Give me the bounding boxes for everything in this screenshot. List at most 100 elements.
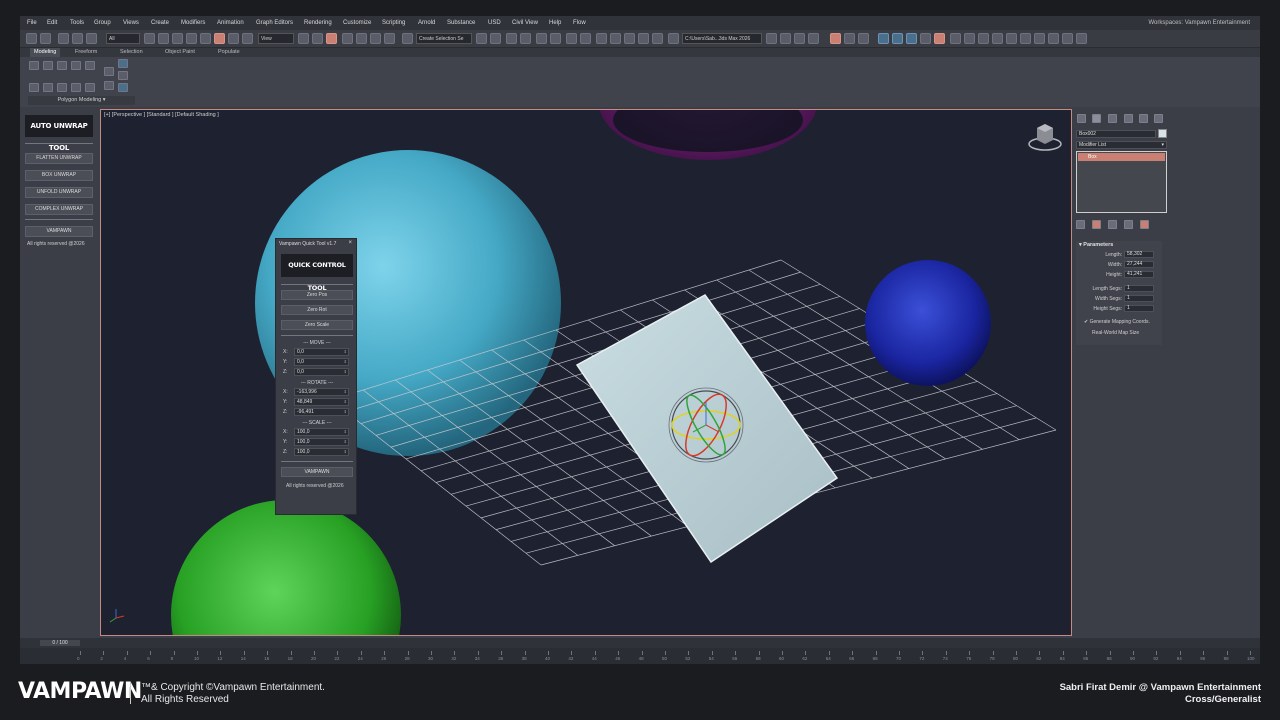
- reference-coordinate-select[interactable]: View: [258, 33, 294, 44]
- toolbar-script-17-icon[interactable]: [1006, 33, 1017, 44]
- align-icon[interactable]: [490, 33, 501, 44]
- hierarchy-tab-icon[interactable]: [1108, 114, 1117, 123]
- ribbon-tool-11-icon[interactable]: [57, 83, 67, 92]
- ribbon-tool-4-icon[interactable]: [71, 61, 81, 70]
- timeline-track[interactable]: 0 2 4 6 8 10 12 14 16 18 20 22 24 26 28 30 32 34 36 38 40 42 4…: [20, 648, 1260, 664]
- modify-tab-icon[interactable]: [1092, 114, 1101, 123]
- project-path-select[interactable]: C:\Users\Sab...3ds Max 2026: [682, 33, 762, 44]
- scene-canvas[interactable]: [101, 110, 1072, 636]
- undo-icon[interactable]: [26, 33, 37, 44]
- width-segs-spinner[interactable]: 1: [1124, 295, 1154, 302]
- toolbar-script-16-icon[interactable]: [992, 33, 1003, 44]
- green-sphere[interactable]: [171, 500, 401, 636]
- menu-tools[interactable]: Tools: [70, 16, 84, 30]
- ribbon-tool-7-icon[interactable]: [118, 59, 128, 68]
- length-segs-spinner[interactable]: 1: [1124, 285, 1154, 292]
- ribbon-tool-3-icon[interactable]: [57, 61, 67, 70]
- menu-modifiers[interactable]: Modifiers: [181, 16, 205, 30]
- spinner-arrows-icon[interactable]: ⇕: [344, 359, 347, 365]
- spinner-arrows-icon[interactable]: ⇕: [344, 449, 347, 455]
- move-y-spinner[interactable]: 0,0 ⇕: [294, 358, 349, 366]
- bind-spacewarp-icon[interactable]: [86, 33, 97, 44]
- object-name-input[interactable]: Box002: [1076, 130, 1156, 138]
- curve-editor-icon[interactable]: [550, 33, 561, 44]
- material-editor-icon[interactable]: [580, 33, 591, 44]
- menu-flow[interactable]: Flow: [573, 16, 586, 30]
- zero-pos-button[interactable]: Zero Pos: [281, 290, 353, 300]
- menu-group[interactable]: Group: [94, 16, 111, 30]
- select-by-name-icon[interactable]: [158, 33, 169, 44]
- toolbar-script-4-icon[interactable]: [808, 33, 819, 44]
- pivot-center-icon[interactable]: [298, 33, 309, 44]
- menu-graph-editors[interactable]: Graph Editors: [256, 16, 293, 30]
- ribbon-tool-14-icon[interactable]: [104, 81, 114, 90]
- parameters-title[interactable]: ▾ Parameters: [1079, 242, 1113, 248]
- toolbar-script-22-icon[interactable]: [1076, 33, 1087, 44]
- motion-tab-icon[interactable]: [1124, 114, 1133, 123]
- rotate-z-spinner[interactable]: -96,491 ⇕: [294, 408, 349, 416]
- edit-named-selection-icon[interactable]: [402, 33, 413, 44]
- rendered-frame-window-icon[interactable]: [610, 33, 621, 44]
- display-tab-icon[interactable]: [1139, 114, 1148, 123]
- toolbar-script-11-icon[interactable]: [920, 33, 931, 44]
- spinner-arrows-icon[interactable]: ⇕: [344, 369, 347, 375]
- length-spinner[interactable]: 58,302: [1124, 251, 1154, 258]
- viewcube[interactable]: [1028, 124, 1062, 151]
- tab-freeform[interactable]: Freeform: [75, 48, 97, 57]
- ribbon-tool-1-icon[interactable]: [29, 61, 39, 70]
- utilities-tab-icon[interactable]: [1154, 114, 1163, 123]
- tab-modeling[interactable]: Modeling: [30, 48, 61, 57]
- toolbar-script-19-icon[interactable]: [1034, 33, 1045, 44]
- toolbar-script-1-icon[interactable]: [766, 33, 777, 44]
- menu-help[interactable]: Help: [549, 16, 561, 30]
- real-world-map-size-checkbox[interactable]: Real-World Map Size: [1092, 330, 1139, 336]
- toolbar-script-15-icon[interactable]: [978, 33, 989, 44]
- render-setup-icon[interactable]: [596, 33, 607, 44]
- percent-snap-icon[interactable]: [370, 33, 381, 44]
- menu-usd[interactable]: USD: [488, 16, 501, 30]
- menu-civil-view[interactable]: Civil View: [512, 16, 538, 30]
- mirror-icon[interactable]: [476, 33, 487, 44]
- quick-tool-window[interactable]: Vampawn Quick Tool v1.7 × QUICK CONTROL …: [275, 238, 357, 515]
- scale-x-spinner[interactable]: 100,0 ⇕: [294, 428, 349, 436]
- zero-rot-button[interactable]: Zero Rot: [281, 305, 353, 315]
- height-spinner[interactable]: 41,241: [1124, 271, 1154, 278]
- scale-z-spinner[interactable]: 100,0 ⇕: [294, 448, 349, 456]
- menu-views[interactable]: Views: [123, 16, 139, 30]
- selection-filter-select[interactable]: All: [106, 33, 140, 44]
- show-end-result-icon[interactable]: [1092, 220, 1101, 229]
- spinner-snap-icon[interactable]: [384, 33, 395, 44]
- zero-scale-button[interactable]: Zero Scale: [281, 320, 353, 330]
- select-object-icon[interactable]: [144, 33, 155, 44]
- ribbon-tool-6-icon[interactable]: [104, 67, 114, 76]
- toolbar-script-8-icon[interactable]: [878, 33, 889, 44]
- layer-explorer-icon[interactable]: [520, 33, 531, 44]
- vampawn-button[interactable]: VAMPAWN: [25, 226, 93, 237]
- ribbon-tool-10-icon[interactable]: [43, 83, 53, 92]
- tab-selection[interactable]: Selection: [120, 48, 143, 57]
- toolbar-script-5-icon[interactable]: [830, 33, 841, 44]
- menu-substance[interactable]: Substance: [447, 16, 475, 30]
- spinner-arrows-icon[interactable]: ⇕: [344, 349, 347, 355]
- toolbar-script-18-icon[interactable]: [1020, 33, 1031, 44]
- modifier-list-dropdown[interactable]: Modifier List ▾: [1076, 141, 1167, 149]
- named-selection-set-select[interactable]: Create Selection Se: [416, 33, 472, 44]
- select-move-icon[interactable]: [200, 33, 211, 44]
- perspective-viewport[interactable]: [+] [Perspective ] [Standard ] [Default …: [100, 109, 1072, 636]
- spinner-arrows-icon[interactable]: ⇕: [344, 439, 347, 445]
- select-manipulate-icon[interactable]: [312, 33, 323, 44]
- menu-edit[interactable]: Edit: [47, 16, 57, 30]
- configure-modifier-sets-icon[interactable]: [1140, 220, 1149, 229]
- toggle-ribbon-icon[interactable]: [536, 33, 547, 44]
- spinner-arrows-icon[interactable]: ⇕: [344, 409, 347, 415]
- width-spinner[interactable]: 27,244: [1124, 261, 1154, 268]
- ribbon-tool-12-icon[interactable]: [71, 83, 81, 92]
- rotate-y-spinner[interactable]: 48,849 ⇕: [294, 398, 349, 406]
- ribbon-tool-15-icon[interactable]: [118, 83, 128, 92]
- place-icon[interactable]: [242, 33, 253, 44]
- select-scale-icon[interactable]: [228, 33, 239, 44]
- toggle-scene-explorer-icon[interactable]: [506, 33, 517, 44]
- modifier-stack-item[interactable]: Box: [1078, 153, 1165, 161]
- rotate-x-spinner[interactable]: -163,996 ⇕: [294, 388, 349, 396]
- menu-create[interactable]: Create: [151, 16, 169, 30]
